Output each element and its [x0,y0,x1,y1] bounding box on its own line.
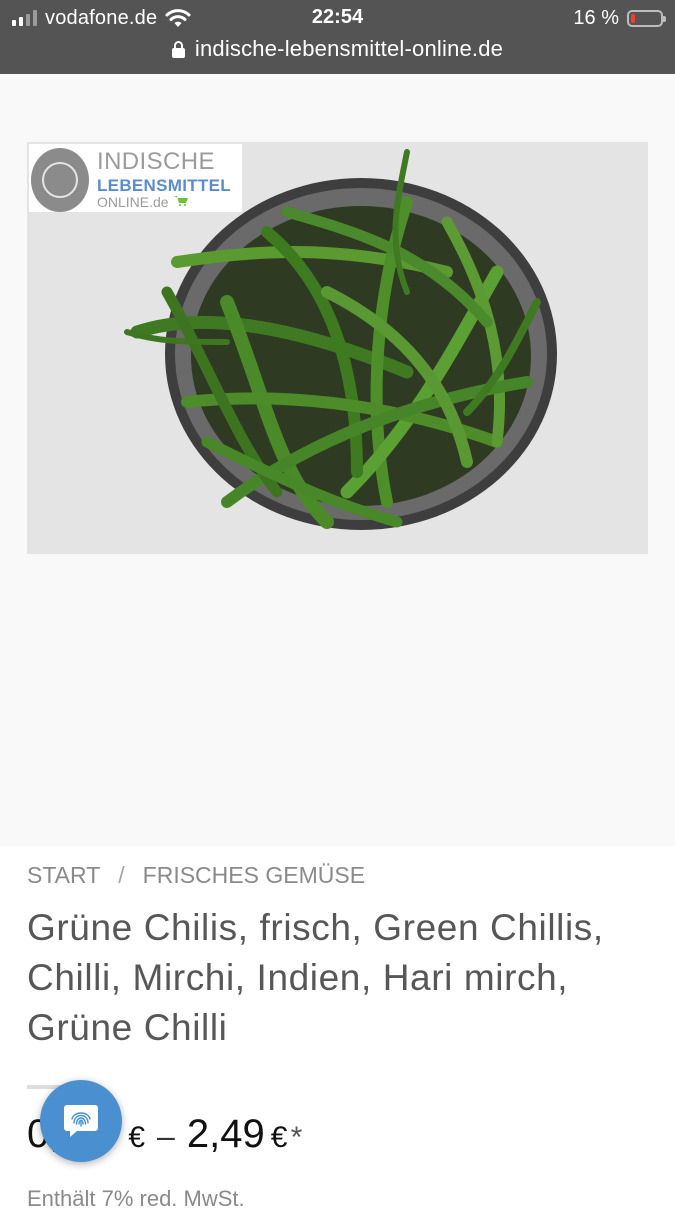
logo-line-3: ONLINE.de [97,194,169,210]
url-bar[interactable]: indische-lebensmittel-online.de [0,36,675,62]
breadcrumb-item-frisches-gemuese[interactable]: FRISCHES GEMÜSE [143,862,365,889]
price-to: 2,49 [186,1112,265,1156]
price-from-currency: € [128,1121,146,1154]
shop-logo: INDISCHE LEBENSMITTEL ONLINE.de [29,144,242,212]
fingerprint-chat-button[interactable] [40,1080,122,1162]
cart-icon [174,196,188,206]
breadcrumb-separator: / [118,862,125,888]
browser-top-bar: vodafone.de 22:54 16 % indische-lebensmi… [0,0,675,74]
logo-line-2: LEBENSMITTEL [97,176,231,195]
breadcrumb: START / FRISCHES GEMÜSE [27,862,365,889]
breadcrumb-item-start[interactable]: START [27,862,100,889]
logo-line-1: INDISCHE [97,148,215,175]
mortar-pestle-icon [31,148,89,212]
battery-icon [627,9,666,27]
product-gallery: INDISCHE LEBENSMITTEL ONLINE.de [0,74,675,846]
product-image[interactable]: INDISCHE LEBENSMITTEL ONLINE.de [27,142,648,554]
url-text[interactable]: indische-lebensmittel-online.de [195,36,503,62]
price-range-separator: – [157,1118,175,1154]
product-title: Grüne Chilis, frisch, Green Chillis, Chi… [27,907,604,1048]
fingerprint-chat-icon [64,1105,98,1137]
price-to-currency: € [270,1121,288,1154]
battery-level-fill [631,13,635,23]
battery-percent: 16 % [573,6,619,29]
tax-note: Enthält 7% red. MwSt. [27,1186,245,1211]
status-right: 16 % [573,6,666,30]
lock-icon [171,40,185,58]
price-asterisk: * [289,1121,302,1154]
